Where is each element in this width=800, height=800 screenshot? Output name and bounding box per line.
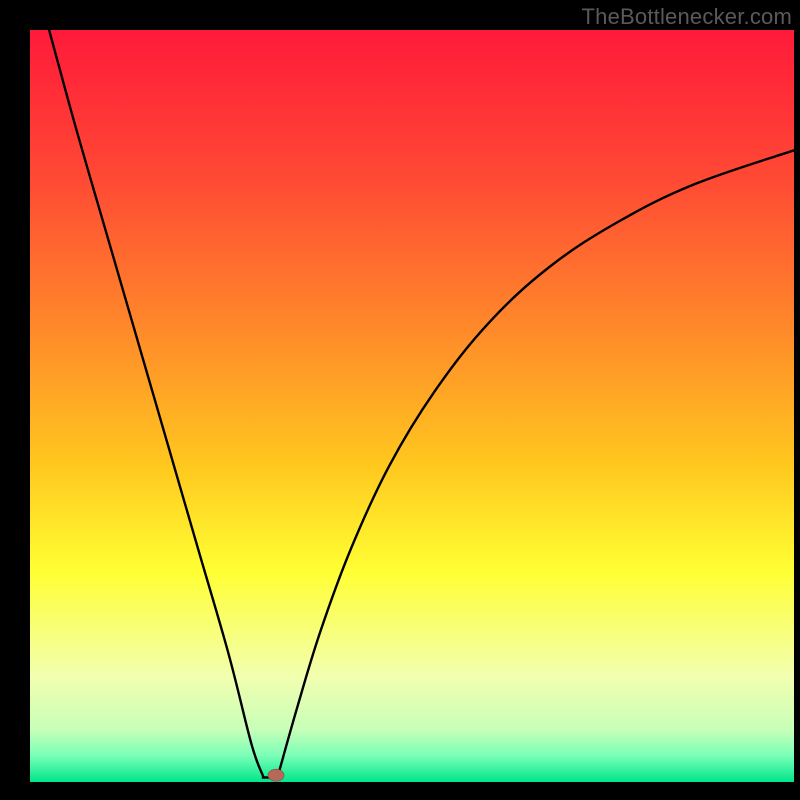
bottleneck-chart: [0, 0, 800, 800]
minimum-marker: [268, 769, 284, 781]
watermark-label: TheBottlenecker.com: [582, 4, 792, 30]
plot-background: [30, 30, 794, 782]
chart-frame: TheBottlenecker.com: [0, 0, 800, 800]
